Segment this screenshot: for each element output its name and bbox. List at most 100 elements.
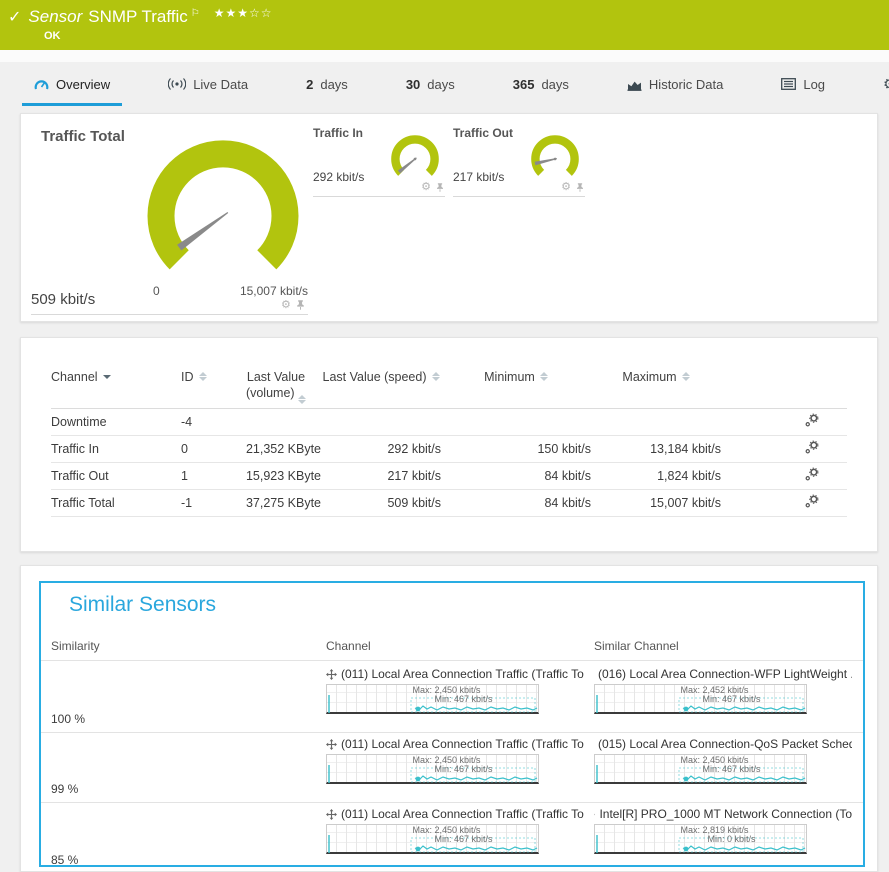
channel-table: Channel ID Last Value(volume) Last Value… — [21, 338, 877, 517]
similar-row-1: 100 % (011) Local Area Connection Traffi… — [41, 663, 863, 733]
channel-settings-gears-icon[interactable] — [804, 440, 819, 455]
sensor-header: ✓ Sensor SNMP Traffic ⚐ ★★★☆☆ OK — [0, 0, 889, 50]
move-icon — [594, 809, 595, 820]
channel-volume: 15,923 KByte — [231, 469, 321, 483]
similar-row-2: 99 % (011) Local Area Connection Traffic… — [41, 733, 863, 803]
table-row-downtime: Downtime -4 — [51, 409, 847, 436]
tab-overview[interactable]: Overview — [22, 62, 122, 106]
channel-volume: 21,352 KByte — [231, 442, 321, 456]
traffic-total-gauge — [143, 136, 303, 296]
tab-label: Log — [803, 77, 825, 92]
channel-name[interactable]: Traffic In — [51, 442, 181, 456]
channel-name[interactable]: Traffic Out — [51, 469, 181, 483]
similar-sensors-panel: Similar Sensors Similarity Channel Simil… — [20, 565, 878, 872]
tab-2-days[interactable]: 2 days — [294, 62, 360, 106]
minigraph-min-label: Min: 467 kbit/s — [327, 764, 538, 774]
gauge-settings-gear-icon[interactable]: ⚙ — [561, 182, 571, 193]
channel-link[interactable]: (011) Local Area Connection Traffic (Tra… — [326, 807, 584, 821]
tab-label: Live Data — [193, 77, 248, 92]
tab-label: days — [541, 77, 568, 92]
col-header-channel[interactable]: Channel — [51, 370, 181, 386]
similar-channel-minigraph: Max: 2,819 kbit/s Min: 0 kbit/s — [594, 824, 807, 854]
channel-min: 84 kbit/s — [441, 469, 591, 483]
similar-channel-link[interactable]: (015) Local Area Connection-QoS Packet S… — [594, 737, 852, 751]
similar-channel-link[interactable]: Intel[R] PRO_1000 MT Network Connection … — [594, 807, 852, 821]
similar-sensors-rows: 100 % (011) Local Area Connection Traffi… — [41, 663, 863, 867]
col-header-minimum[interactable]: Minimum — [441, 370, 591, 386]
channel-name[interactable]: Downtime — [51, 415, 181, 429]
live-data-icon — [168, 78, 186, 90]
channel-name[interactable]: Traffic Total — [51, 496, 181, 510]
col-header-last-value-volume[interactable]: Last Value(volume) — [231, 370, 321, 402]
historic-data-icon — [627, 78, 642, 91]
similar-sensors-box: Similar Sensors Similarity Channel Simil… — [39, 581, 865, 867]
pin-icon[interactable] — [575, 182, 585, 193]
channel-volume: 37,275 KByte — [231, 496, 321, 510]
sort-desc-icon — [103, 372, 111, 388]
tab-label-number: 2 — [306, 77, 313, 92]
divider — [313, 196, 445, 197]
tab-365-days[interactable]: 365 days — [501, 62, 581, 106]
channel-id: -4 — [181, 415, 231, 429]
tab-label: days — [320, 77, 347, 92]
pin-icon[interactable] — [295, 299, 306, 311]
channel-minigraph: Max: 2,450 kbit/s Min: 467 kbit/s — [326, 684, 539, 714]
gauge-settings-gear-icon[interactable]: ⚙ — [421, 182, 431, 193]
tab-historic-data[interactable]: Historic Data — [615, 62, 735, 106]
channel-settings-gears-icon[interactable] — [804, 413, 819, 428]
channel-max: 13,184 kbit/s — [591, 442, 721, 456]
minigraph-min-label: Min: 467 kbit/s — [595, 694, 806, 704]
channel-id: -1 — [181, 496, 231, 510]
col-header-last-value-speed[interactable]: Last Value (speed) — [321, 370, 441, 386]
table-row-traffic-total: Traffic Total -1 37,275 KByte 509 kbit/s… — [51, 490, 847, 517]
traffic-out-block: Traffic Out 217 kbit/s ⚙ — [453, 126, 585, 200]
col-header-maximum[interactable]: Maximum — [591, 370, 721, 386]
status-badge: OK — [44, 30, 889, 42]
channel-min: 84 kbit/s — [441, 496, 591, 510]
gear-icon: ⚙ — [883, 75, 889, 93]
similar-channel-link[interactable]: (016) Local Area Connection-WFP LightWei… — [594, 667, 852, 681]
gauge-icon — [34, 78, 49, 91]
channel-table-panel: Channel ID Last Value(volume) Last Value… — [20, 337, 878, 552]
tab-30-days[interactable]: 30 days — [394, 62, 467, 106]
channel-settings-gears-icon[interactable] — [804, 494, 819, 509]
sensor-title: SNMP Traffic — [88, 7, 188, 27]
channel-link[interactable]: (011) Local Area Connection Traffic (Tra… — [326, 737, 584, 751]
minigraph-min-label: Min: 0 kbit/s — [595, 834, 806, 844]
tab-bar: Overview Live Data 2 days 30 days 365 da… — [0, 62, 889, 106]
channel-link[interactable]: (011) Local Area Connection Traffic (Tra… — [326, 667, 584, 681]
channel-settings-gears-icon[interactable] — [804, 467, 819, 482]
tab-label-number: 30 — [406, 77, 420, 92]
priority-stars[interactable]: ★★★☆☆ — [214, 6, 273, 20]
move-icon — [326, 669, 337, 680]
similar-row-3: 85 % (011) Local Area Connection Traffic… — [41, 803, 863, 867]
tab-settings[interactable]: ⚙ Settings — [871, 62, 889, 106]
similarity-value: 99 % — [51, 782, 326, 802]
minigraph-min-label: Min: 467 kbit/s — [595, 764, 806, 774]
flag-icon[interactable]: ⚐ — [191, 8, 200, 19]
sort-icon — [199, 372, 207, 388]
tab-label: Overview — [56, 77, 110, 92]
log-icon — [781, 78, 796, 90]
pin-icon[interactable] — [435, 182, 445, 193]
similarity-value: 100 % — [51, 712, 326, 732]
traffic-in-block: Traffic In 292 kbit/s ⚙ — [313, 126, 445, 200]
tab-label: Historic Data — [649, 77, 723, 92]
similar-sensors-header-row: Similarity Channel Similar Channel — [41, 639, 863, 661]
traffic-out-value: 217 kbit/s — [453, 170, 504, 184]
sort-icon — [432, 372, 440, 388]
object-kind-label: Sensor — [28, 7, 82, 27]
col-header-id[interactable]: ID — [181, 370, 231, 386]
gauge-settings-gear-icon[interactable]: ⚙ — [281, 300, 291, 311]
table-row-traffic-in: Traffic In 0 21,352 KByte 292 kbit/s 150… — [51, 436, 847, 463]
divider — [31, 314, 308, 315]
col-header-similar-channel: Similar Channel — [594, 639, 863, 653]
channel-speed: 217 kbit/s — [321, 469, 441, 483]
tab-log[interactable]: Log — [769, 62, 837, 106]
channel-id: 1 — [181, 469, 231, 483]
main-gauge-label: Traffic Total — [41, 128, 125, 145]
traffic-in-gauge — [387, 131, 443, 187]
tab-live-data[interactable]: Live Data — [156, 62, 260, 106]
gauges-panel: Traffic Total 0 15,007 kbit/s 509 kbit/s… — [20, 113, 878, 322]
channel-minigraph: Max: 2,450 kbit/s Min: 467 kbit/s — [326, 824, 539, 854]
